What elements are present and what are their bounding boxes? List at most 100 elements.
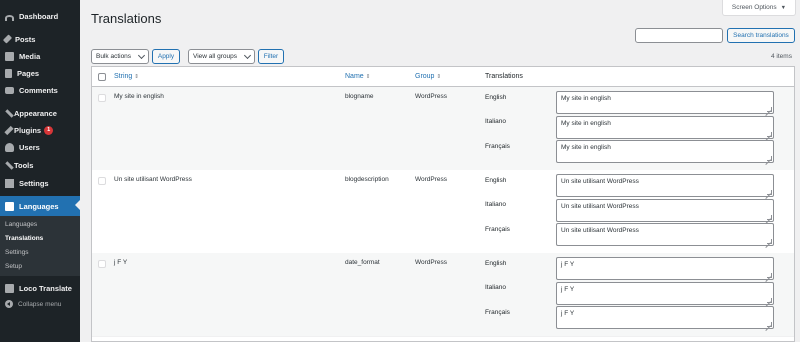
translation-textarea[interactable]: j F Y <box>556 282 774 305</box>
sidebar-item-settings[interactable]: Settings <box>0 174 80 192</box>
brush-icon <box>5 108 14 118</box>
sidebar-item-pages[interactable]: Pages <box>0 64 80 82</box>
translation-value: j F Y <box>561 286 575 293</box>
sidebar-item-languages[interactable]: Languages <box>0 196 80 216</box>
users-icon <box>5 142 14 152</box>
sidebar-item-comments[interactable]: Comments <box>0 81 80 99</box>
table-row <box>92 336 794 341</box>
sidebar-item-label: Settings <box>19 178 49 188</box>
resize-handle-icon[interactable] <box>767 298 772 303</box>
sidebar-item-users[interactable]: Users <box>0 138 80 156</box>
translation-textarea[interactable]: j F Y <box>556 257 774 280</box>
sidebar-item-plugins[interactable]: Plugins 1 <box>0 121 80 139</box>
sidebar-item-label: Tools <box>14 160 34 170</box>
table-row: Un site utilisant WordPress blogdescript… <box>92 170 794 253</box>
row-checkbox[interactable] <box>98 94 106 102</box>
submenu-item-settings[interactable]: Settings <box>5 249 29 256</box>
language-label: Français <box>485 309 510 316</box>
dashboard-icon <box>5 14 14 21</box>
table-header: String ⇕ Name ⇕ Group ⇕ Translations <box>92 67 794 87</box>
row-checkbox[interactable] <box>98 260 106 268</box>
sort-icon: ⇕ <box>134 74 139 80</box>
media-icon <box>5 51 14 61</box>
column-label: Name <box>345 73 364 80</box>
translation-textarea[interactable]: Un site utilisant WordPress <box>556 223 774 246</box>
column-label: Group <box>415 73 435 80</box>
collapse-menu-label: Collapse menu <box>18 300 62 308</box>
bulk-actions-select[interactable]: Bulk actions <box>91 49 149 64</box>
group-cell: WordPress <box>415 259 448 266</box>
sort-icon: ⇕ <box>436 74 442 80</box>
table-row: j F Y date_format WordPress English j F … <box>92 253 794 336</box>
resize-handle-icon[interactable] <box>767 239 772 244</box>
search-translations-button[interactable]: Search translations <box>727 28 795 43</box>
screen-options-label: Screen Options <box>731 4 777 11</box>
resize-handle-icon[interactable] <box>767 156 772 161</box>
filter-button[interactable]: Filter <box>258 49 284 64</box>
translation-value: Un site utilisant WordPress <box>561 227 639 234</box>
submenu-item-translations[interactable]: Translations <box>5 235 43 242</box>
sidebar-item-appearance[interactable]: Appearance <box>0 104 80 122</box>
sidebar-item-label: Languages <box>19 201 59 211</box>
sidebar-item-label: Pages <box>17 68 40 78</box>
language-label: Italiano <box>485 201 506 208</box>
translation-value: My site in english <box>561 95 611 102</box>
translation-value: My site in english <box>561 144 611 151</box>
plugin-icon <box>4 125 14 135</box>
name-cell: blogname <box>345 93 374 100</box>
translation-textarea[interactable]: j F Y <box>556 306 774 329</box>
translation-textarea[interactable]: My site in english <box>556 91 774 114</box>
resize-handle-icon[interactable] <box>767 322 772 327</box>
admin-sidebar: Dashboard Posts Media Pages Comments App… <box>0 0 80 342</box>
column-header-group[interactable]: Group ⇕ <box>415 73 441 80</box>
screen-options-button[interactable]: Screen Options ▼ <box>722 0 796 16</box>
language-label: English <box>485 94 507 101</box>
resize-handle-icon[interactable] <box>767 273 772 278</box>
collapse-arrow-icon <box>5 300 13 308</box>
apply-button[interactable]: Apply <box>152 49 180 64</box>
sidebar-item-dashboard[interactable]: Dashboard <box>0 7 80 25</box>
string-cell: Un site utilisant WordPress <box>114 176 192 183</box>
resize-handle-icon[interactable] <box>767 107 772 112</box>
language-label: English <box>485 177 507 184</box>
group-cell: WordPress <box>415 93 448 100</box>
submenu-item-languages[interactable]: Languages <box>5 221 37 228</box>
name-cell: date_format <box>345 259 380 266</box>
sidebar-item-posts[interactable]: Posts <box>0 30 80 48</box>
plugins-update-badge: 1 <box>44 125 54 135</box>
column-header-name[interactable]: Name ⇕ <box>345 73 370 80</box>
translation-value: Un site utilisant WordPress <box>561 178 639 185</box>
collapse-menu-button[interactable]: Collapse menu <box>0 297 80 311</box>
select-all-checkbox[interactable] <box>98 73 106 81</box>
group-filter-select[interactable]: View all groups <box>188 49 255 64</box>
pages-icon <box>5 68 12 78</box>
translations-table: String ⇕ Name ⇕ Group ⇕ Translations My sit… <box>91 66 795 342</box>
translation-textarea[interactable]: My site in english <box>556 140 774 163</box>
translation-textarea[interactable]: Un site utilisant WordPress <box>556 174 774 197</box>
pin-icon <box>2 34 13 44</box>
sidebar-item-label: Appearance <box>14 108 57 118</box>
submenu-item-setup[interactable]: Setup <box>5 263 22 270</box>
resize-handle-icon[interactable] <box>767 132 772 137</box>
column-header-string[interactable]: String ⇕ <box>114 73 139 80</box>
page-title: Translations <box>91 11 162 26</box>
row-checkbox[interactable] <box>98 177 106 185</box>
caret-down-icon: ▼ <box>780 4 787 11</box>
group-cell: WordPress <box>415 176 448 183</box>
sidebar-item-tools[interactable]: Tools <box>0 156 80 174</box>
languages-submenu: Languages Translations Settings Setup <box>0 216 80 276</box>
group-filter-label: View all groups <box>193 53 237 60</box>
comments-icon <box>5 86 14 94</box>
column-label: String <box>114 73 133 80</box>
sidebar-item-loco-translate[interactable]: Loco Translate <box>0 279 80 297</box>
sidebar-item-media[interactable]: Media <box>0 47 80 65</box>
sidebar-item-label: Media <box>19 51 41 61</box>
resize-handle-icon[interactable] <box>767 215 772 220</box>
translation-textarea[interactable]: My site in english <box>556 116 774 139</box>
resize-handle-icon[interactable] <box>767 190 772 195</box>
languages-icon <box>5 201 14 211</box>
translation-textarea[interactable]: Un site utilisant WordPress <box>556 199 774 222</box>
loco-icon <box>5 283 14 293</box>
string-cell: My site in english <box>114 93 164 100</box>
search-input[interactable] <box>635 28 723 43</box>
